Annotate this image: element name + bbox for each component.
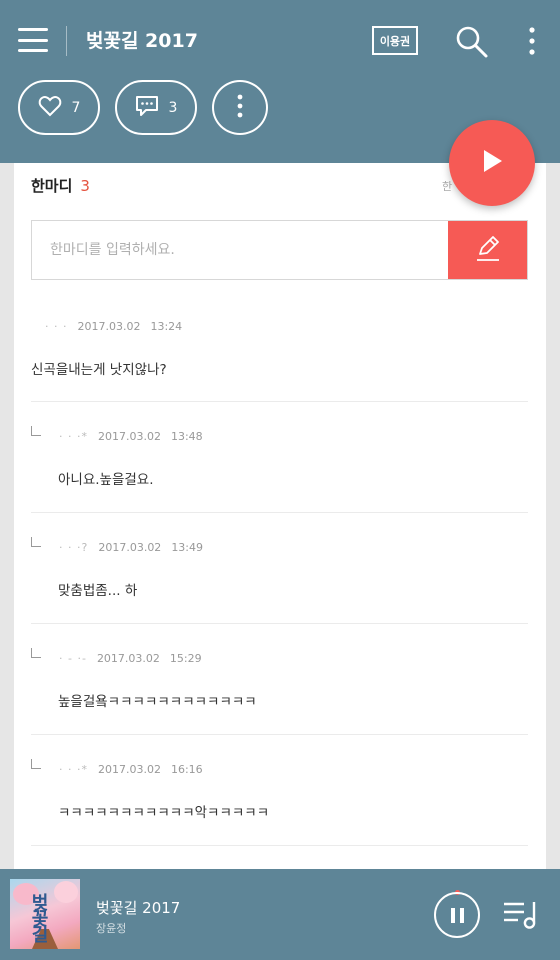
track-artist: 장윤정 xyxy=(96,922,127,935)
page-title: 벚꽃길 2017 xyxy=(86,30,198,52)
divider xyxy=(31,623,528,624)
search-icon[interactable] xyxy=(454,24,490,60)
comment-author: · · ·* xyxy=(59,763,88,776)
comment-author: · · ·? xyxy=(59,541,89,554)
write-button[interactable] xyxy=(448,221,527,279)
album-art[interactable]: 벚꽃길 xyxy=(10,879,80,949)
reply-indicator-icon xyxy=(31,648,41,658)
comment-date: 2017.03.02 xyxy=(98,541,162,554)
pause-button[interactable] xyxy=(434,892,480,938)
comment-time: 16:16 xyxy=(170,763,203,776)
comment-text: 맞춤법좀... 하 xyxy=(58,583,138,599)
comment-button[interactable]: 3 xyxy=(115,80,197,135)
more-vertical-icon[interactable] xyxy=(522,24,542,60)
comment-date: 2017.03.02 xyxy=(97,763,161,776)
section-title: 한마디 xyxy=(31,177,73,195)
comment-meta: · · ·* 2017.03.02 13:48 xyxy=(59,430,203,443)
pause-icon-bar xyxy=(459,907,464,923)
comment-time: 13:49 xyxy=(171,541,204,554)
track-title: 벚꽃길 2017 xyxy=(96,899,181,917)
comment-author: · · ·* xyxy=(59,430,88,443)
comment-icon xyxy=(135,95,159,121)
play-button[interactable] xyxy=(449,120,535,206)
album-art-text: 벚꽃길 xyxy=(28,893,49,941)
comment-author: · · · xyxy=(45,320,68,333)
comment-input[interactable] xyxy=(32,221,448,279)
comment-time: 15:29 xyxy=(169,652,202,665)
comments-card: 한마디 3 한 · · · 2017.03.02 13:24 신곡을내는게 낫지… xyxy=(14,163,546,869)
divider xyxy=(31,401,528,402)
playlist-icon[interactable] xyxy=(502,899,542,931)
album-art-blossom xyxy=(54,881,78,903)
reply-indicator-icon xyxy=(31,759,41,769)
comment-text: ㅋㅋㅋㅋㅋㅋㅋㅋㅋㅋㅋ악ㅋㅋㅋㅋㅋ xyxy=(58,805,270,821)
comments-header: 한마디 3 xyxy=(31,175,90,196)
comment-text: 신곡을내는게 낫지않나? xyxy=(31,362,167,378)
comment-date: 2017.03.02 xyxy=(97,430,161,443)
comment-time: 13:48 xyxy=(170,430,203,443)
divider xyxy=(31,734,528,735)
like-count: 7 xyxy=(71,99,81,116)
menu-icon[interactable] xyxy=(18,28,48,52)
heart-icon xyxy=(38,95,62,121)
title-divider xyxy=(66,26,67,56)
mini-player[interactable]: 벚꽃길 벚꽃길 2017 장윤정 xyxy=(0,869,560,960)
reply-indicator-icon xyxy=(31,537,41,547)
comment-count: 3 xyxy=(168,99,178,116)
comment-date: 2017.03.02 xyxy=(77,320,141,333)
more-link[interactable]: 한 xyxy=(442,178,452,194)
comment-time: 13:24 xyxy=(150,320,183,333)
comment-meta: · - ·- 2017.03.02 15:29 xyxy=(59,652,202,665)
comment-input-row xyxy=(31,220,528,280)
divider xyxy=(31,845,528,846)
ticket-button[interactable]: 이용권 xyxy=(372,26,418,55)
pause-icon-bar xyxy=(450,907,455,923)
more-vertical-icon xyxy=(236,93,244,123)
comment-meta: · · ·* 2017.03.02 16:16 xyxy=(59,763,203,776)
comment-text: 아니요.높을걸요. xyxy=(58,472,154,488)
comment-total: 3 xyxy=(80,177,90,195)
comment-text: 높을걸욬ㅋㅋㅋㅋㅋㅋㅋㅋㅋㅋㅋㅋ xyxy=(58,694,257,710)
pencil-icon xyxy=(473,233,503,267)
like-button[interactable]: 7 xyxy=(18,80,100,135)
comment-author: · - ·- xyxy=(59,652,87,665)
play-icon xyxy=(480,148,504,178)
comment-meta: · · · 2017.03.02 13:24 xyxy=(45,320,182,333)
more-actions-button[interactable] xyxy=(212,80,268,135)
divider xyxy=(31,512,528,513)
reply-indicator-icon xyxy=(31,426,41,436)
comment-meta: · · ·? 2017.03.02 13:49 xyxy=(59,541,203,554)
comment-date: 2017.03.02 xyxy=(96,652,160,665)
